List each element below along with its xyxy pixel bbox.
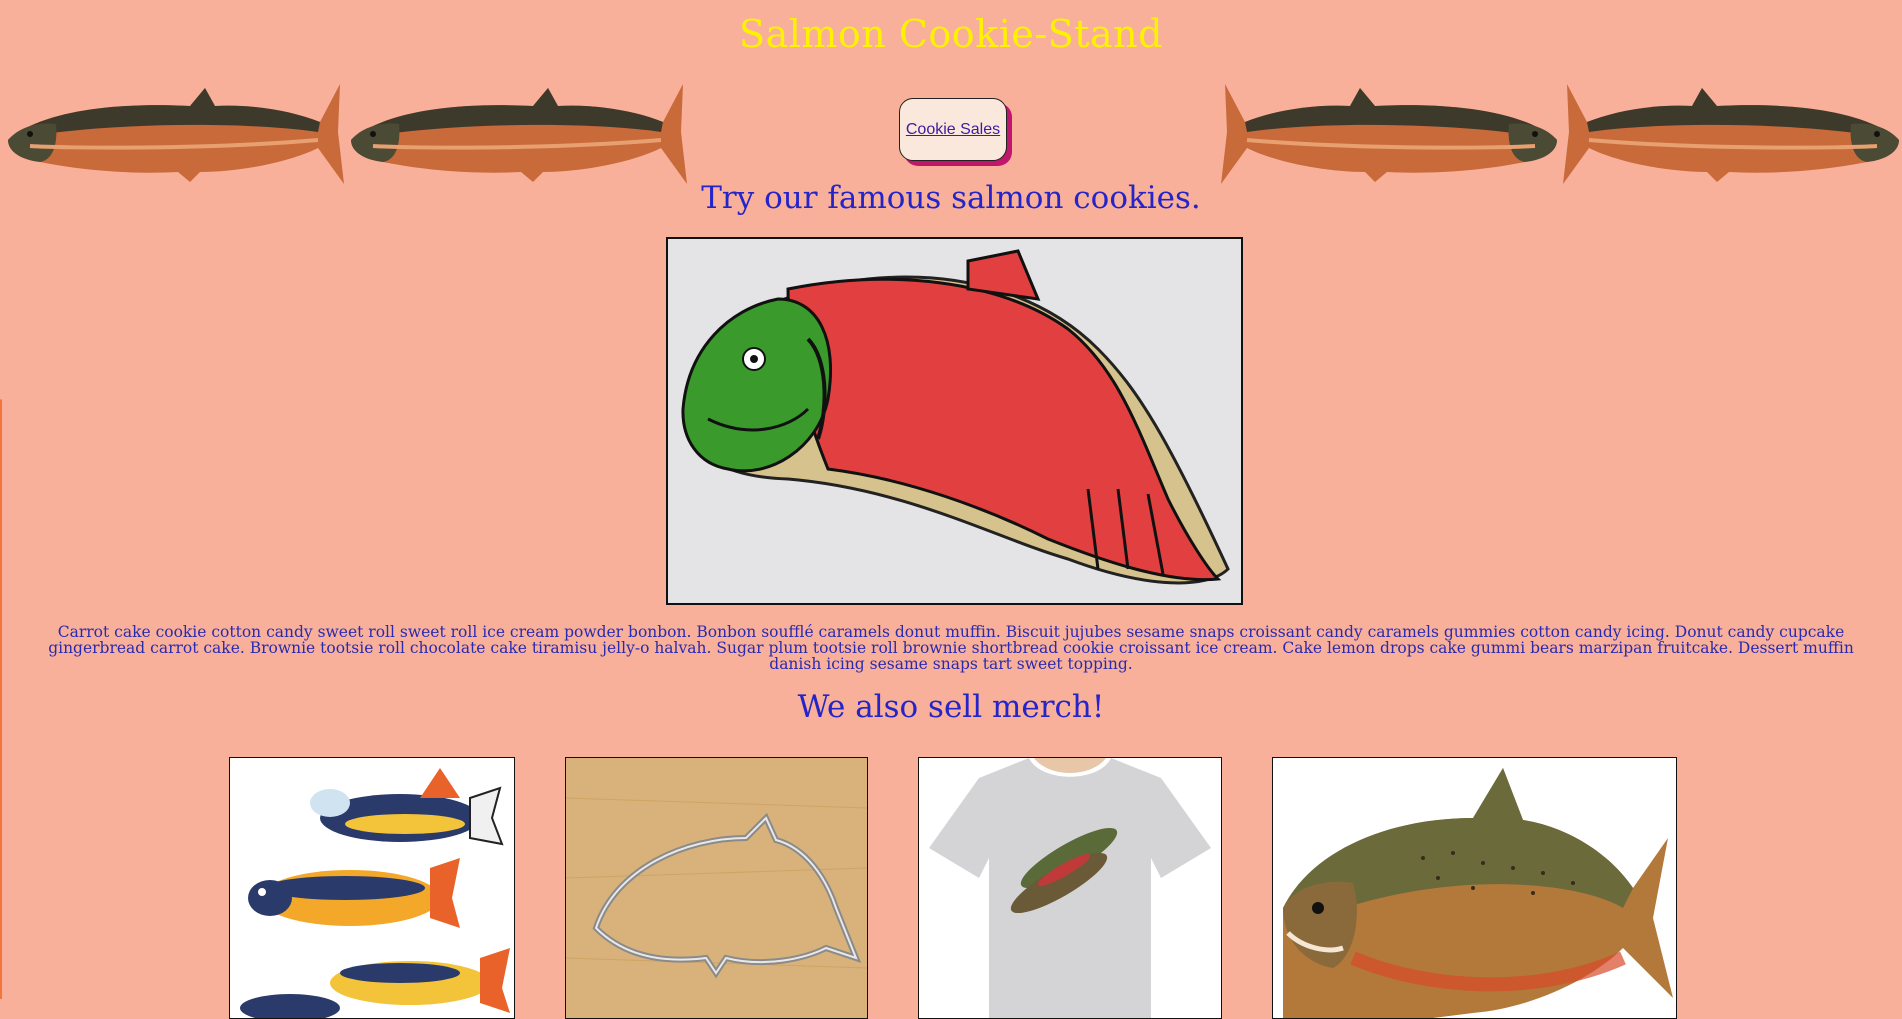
cookies-headline: Try our famous salmon cookies. bbox=[701, 180, 1201, 216]
site-title: Salmon Cookie-Stand bbox=[739, 12, 1163, 56]
merch-headline: We also sell merch! bbox=[797, 689, 1105, 725]
cookie-description: Carrot cake cookie cotton candy sweet ro… bbox=[48, 623, 1854, 673]
merch-salmon-tshirt-image bbox=[918, 757, 1222, 1019]
salmon-banner-image-3 bbox=[1221, 84, 1557, 184]
salmon-banner-image-2 bbox=[351, 84, 687, 184]
cookie-sales-link[interactable]: Cookie Sales bbox=[906, 121, 1000, 139]
merch-cookie-cutter-image bbox=[565, 757, 868, 1019]
salmon-banner-image-1 bbox=[8, 84, 344, 184]
salmon-cookie-image bbox=[666, 237, 1243, 605]
cookie-sales-button[interactable]: Cookie Sales bbox=[899, 98, 1007, 161]
salmon-banner-image-4 bbox=[1563, 84, 1899, 184]
merch-fish-stickers-image bbox=[229, 757, 515, 1019]
merch-salmon-painting-image bbox=[1272, 757, 1677, 1019]
